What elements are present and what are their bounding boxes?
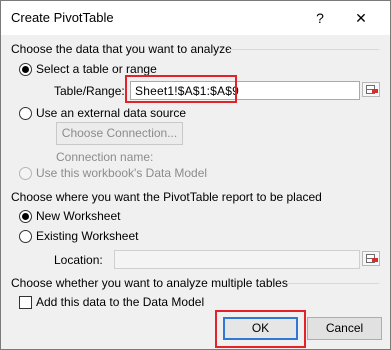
select-table-label[interactable]: Select a table or range [36,62,157,76]
existing-worksheet-label[interactable]: Existing Worksheet [36,229,139,243]
data-model-label[interactable]: Use this workbook's Data Model [36,166,207,180]
new-worksheet-radio[interactable] [19,210,32,223]
collapse-dialog-icon[interactable] [362,82,380,97]
connection-name-label: Connection name: [56,150,154,164]
data-model-radio[interactable] [19,167,32,180]
add-to-data-model-label[interactable]: Add this data to the Data Model [36,295,204,309]
table-range-label: Table/Range: [54,84,125,98]
table-range-value: Sheet1!$A$1:$A$9 [135,84,239,98]
location-label: Location: [54,253,103,267]
section-placement-label: Choose where you want the PivotTable rep… [11,190,322,204]
cancel-button[interactable]: Cancel [307,317,382,340]
section-data-label: Choose the data that you want to analyze [11,42,232,56]
external-source-label[interactable]: Use an external data source [36,106,186,120]
create-pivottable-dialog: Create PivotTable ? ✕ Choose the data th… [0,0,391,350]
section-divider [287,283,379,284]
ok-button[interactable]: OK [223,317,298,340]
location-input[interactable] [114,250,360,269]
close-icon[interactable]: ✕ [347,6,375,30]
title-bar: Create PivotTable ? ✕ [1,1,390,35]
choose-connection-button[interactable]: Choose Connection... [56,122,183,145]
new-worksheet-label[interactable]: New Worksheet [36,209,120,223]
existing-worksheet-radio[interactable] [19,230,32,243]
location-collapse-icon[interactable] [362,251,380,266]
section-multiple-label: Choose whether you want to analyze multi… [11,276,288,290]
section-divider [229,49,379,50]
external-source-radio[interactable] [19,107,32,120]
select-table-radio[interactable] [19,63,32,76]
dialog-title: Create PivotTable [11,10,114,25]
help-icon[interactable]: ? [306,6,334,30]
add-to-data-model-checkbox[interactable] [19,296,32,309]
table-range-input[interactable]: Sheet1!$A$1:$A$9 [130,81,360,100]
